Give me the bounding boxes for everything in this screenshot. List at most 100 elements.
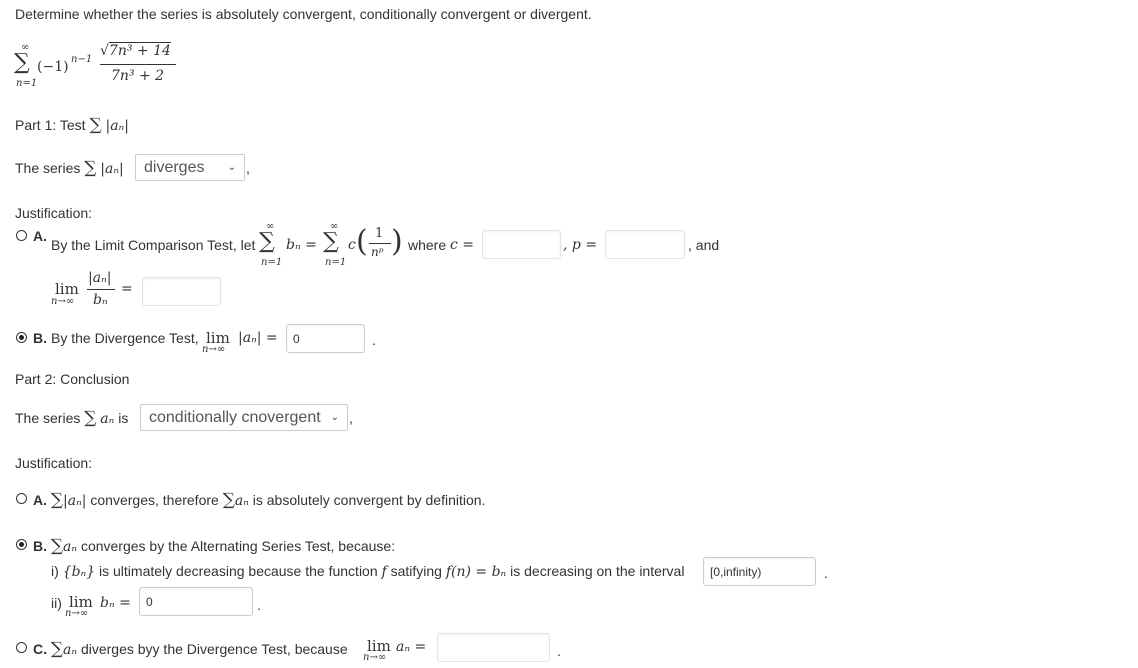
trailing-period: . [557, 643, 561, 659]
is-text: is [118, 410, 129, 426]
part2-conclusion-select[interactable]: conditionally cnovergent ⌄ [140, 404, 348, 431]
item-text: is ultimately decreasing because the fun… [99, 563, 378, 579]
item-prefix: ii) [51, 595, 62, 611]
chevron-down-icon: ⌄ [330, 412, 339, 423]
part2-option-a-text: A. ∑|aₙ| converges, therefore ∑aₙ is abs… [33, 490, 485, 510]
part2-option-b-text: B. ∑aₙ converges by the Alternating Seri… [33, 536, 395, 556]
ratio-numerator: |aₙ| [88, 270, 112, 286]
radicand: 7n³ + 14 [108, 43, 171, 59]
c-term: c [348, 237, 356, 253]
option-letter: A. [33, 228, 47, 244]
part2-series-label: The series ∑ aₙ is [15, 408, 128, 428]
sigma-symbol: ∑ [50, 490, 64, 510]
option-text: converges by the Alternating Series Test… [80, 538, 396, 554]
option-expr: |aₙ| [63, 493, 87, 509]
left-paren: ( [356, 224, 368, 259]
bn-term: bₙ = [286, 237, 317, 253]
option-expr: aₙ [63, 642, 78, 658]
sum-lower-limit: n=1 [261, 257, 283, 268]
item-text: is decreasing on the interval [510, 563, 685, 579]
lim-subscript: n→∞ [65, 608, 89, 619]
bn-limit-value: 0 [146, 594, 153, 609]
option-b-text: By the Divergence Test, [51, 330, 199, 346]
series-denominator: 7n³ + 2 [111, 68, 165, 84]
fraction-bar [87, 289, 115, 290]
c-equals: c = [450, 237, 475, 253]
bn-expr: bₙ = [100, 595, 131, 611]
sigma-symbol: ∑ [50, 639, 64, 659]
sigma-symbol: ∑ [14, 50, 30, 75]
sign-exponent: n−1 [71, 54, 93, 65]
part2-option-c-radio[interactable] [16, 642, 27, 653]
option-letter: B. [33, 330, 47, 346]
trailing-comma: , [349, 410, 353, 426]
fraction-bar [369, 243, 391, 244]
divergence-limit-input[interactable]: 0 [286, 324, 365, 353]
sigma-symbol: ∑ [323, 229, 339, 254]
chevron-down-icon: ⌄ [227, 162, 236, 173]
condition-i: i) {bₙ} is ultimately decreasing because… [51, 563, 684, 580]
option-text: diverges byy the Divergence Test, becaus… [80, 641, 348, 657]
where-text: where [408, 237, 447, 253]
series-label-text: The series [15, 160, 81, 176]
sigma-symbol: ∑ [222, 490, 235, 510]
frac-denominator: nᵖ [371, 245, 384, 259]
part1-option-b-radio[interactable] [16, 332, 27, 343]
part1-heading: Part 1: Test ∑ |aₙ| [15, 115, 129, 135]
option-expr: aₙ [234, 493, 249, 509]
item-text: satifying [390, 563, 442, 579]
option-text: is absolutely convergent by definition. [252, 492, 486, 508]
part2-option-b-radio[interactable] [16, 539, 27, 550]
limit-ratio-input[interactable] [142, 277, 221, 306]
function-eq: f(n) = bₙ [445, 564, 507, 580]
option-text: converges, therefore [90, 492, 219, 508]
part2-option-c-text: C. ∑aₙ diverges byy the Divergence Test,… [33, 639, 348, 659]
interval-input[interactable]: [0,infinity) [703, 557, 816, 586]
bn-limit-input[interactable]: 0 [139, 587, 253, 616]
ratio-denominator: bₙ [93, 292, 108, 308]
lim-subscript: n→∞ [363, 652, 387, 663]
part1-convergence-select[interactable]: diverges ⌄ [135, 154, 245, 181]
an-expr: aₙ = [396, 639, 427, 655]
series-label-text: The series [15, 410, 81, 426]
fraction-bar [100, 64, 176, 65]
right-paren: ) [391, 224, 403, 259]
equals-sign: = [121, 281, 133, 297]
function-f: f [381, 564, 387, 580]
sigma-symbol: ∑ [84, 158, 97, 178]
part1-option-a-radio[interactable] [16, 230, 27, 241]
part1-series-label: The series ∑ |aₙ| [15, 158, 124, 178]
item-prefix: i) [51, 563, 59, 579]
divergence-limit-value: 0 [293, 331, 300, 346]
option-a-text: By the Limit Comparison Test, let [51, 237, 256, 253]
p-equals: , p = [563, 237, 598, 253]
part2-option-a-radio[interactable] [16, 493, 27, 504]
sigma-symbol: ∑ [89, 115, 102, 135]
frac-numerator: 1 [375, 226, 384, 241]
sign-term: (−1) [37, 59, 69, 75]
problem-prompt: Determine whether the series is absolute… [15, 6, 592, 22]
trailing-period: . [824, 565, 828, 581]
select-value: diverges [144, 158, 205, 176]
option-expr: aₙ [63, 539, 78, 555]
part2-justification-label: Justification: [15, 455, 93, 471]
sum-lower-limit: n=1 [325, 257, 347, 268]
and-text: , and [688, 237, 720, 253]
select-value: conditionally cnovergent [149, 408, 321, 426]
c-input[interactable] [482, 230, 561, 259]
lim-subscript: n→∞ [202, 344, 226, 355]
option-letter: B. [33, 538, 47, 554]
interval-value: [0,infinity) [710, 564, 762, 579]
trailing-comma: , [246, 160, 250, 176]
divergence-an-input[interactable] [437, 633, 550, 662]
option-letter: C. [33, 641, 47, 657]
part1-heading-expr: |aₙ| [105, 118, 129, 134]
sigma-symbol: ∑ [259, 229, 275, 254]
series-label-expr: |aₙ| [100, 161, 124, 177]
p-input[interactable] [605, 230, 685, 259]
part1-heading-text: Part 1: Test [15, 117, 86, 133]
part2-heading: Part 2: Conclusion [15, 371, 130, 387]
bn-set: {bₙ} [62, 564, 96, 580]
sum-lower-limit: n=1 [16, 78, 38, 89]
series-label-expr: aₙ [100, 411, 115, 427]
